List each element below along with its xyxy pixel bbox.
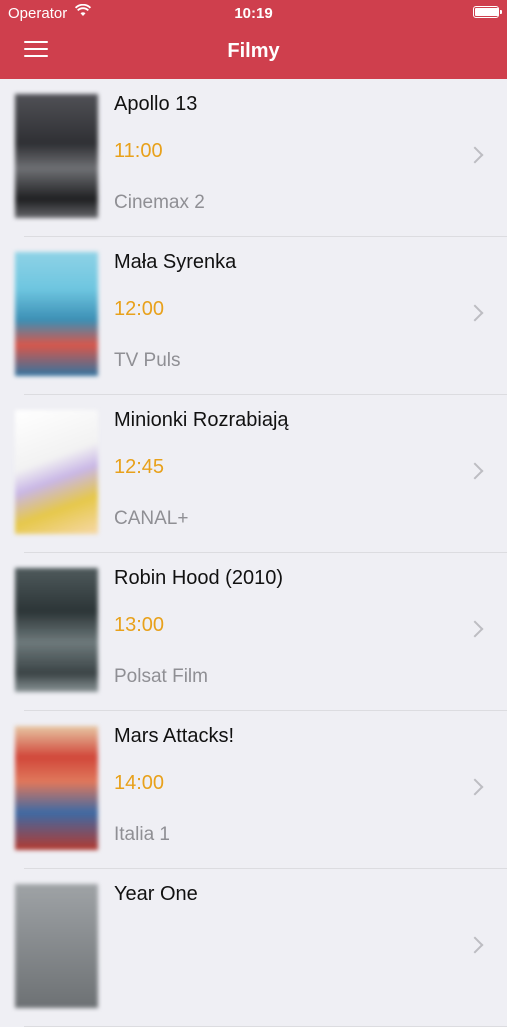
movie-title: Apollo 13 [114, 93, 198, 115]
movie-row[interactable]: Mała Syrenka 12:00 TV Puls [0, 237, 507, 395]
status-bar: Operator 10:19 [0, 0, 507, 28]
movie-time: 12:45 [114, 456, 165, 478]
movie-row[interactable]: Apollo 13 11:00 Cinemax 2 [0, 79, 507, 237]
movie-channel: TV Puls [114, 350, 181, 371]
chevron-right-icon [466, 304, 484, 322]
movie-poster [15, 726, 98, 850]
chevron-right-icon [466, 936, 484, 954]
battery-icon [473, 6, 502, 18]
movie-time: 14:00 [114, 772, 165, 794]
movie-poster [15, 568, 98, 692]
movie-title: Year One [114, 883, 198, 905]
movie-row[interactable]: Year One [0, 869, 507, 1027]
nav-bar: Operator 10:19 Filmy [0, 0, 507, 79]
chevron-right-icon [466, 146, 484, 164]
chevron-right-icon [466, 620, 484, 638]
movie-title: Mars Attacks! [114, 725, 235, 747]
movie-channel: Italia 1 [114, 824, 170, 845]
movie-channel: Cinemax 2 [114, 192, 205, 213]
movie-row[interactable]: Mars Attacks! 14:00 Italia 1 [0, 711, 507, 869]
movie-time: 13:00 [114, 614, 165, 636]
chevron-right-icon [466, 778, 484, 796]
movie-channel: Polsat Film [114, 666, 208, 687]
movie-row[interactable]: Minionki Rozrabiają 12:45 CANAL+ [0, 395, 507, 553]
movie-poster [15, 410, 98, 534]
movie-poster [15, 252, 98, 376]
movie-time: 12:00 [114, 298, 165, 320]
movie-poster [15, 884, 98, 1008]
movie-channel: CANAL+ [114, 508, 189, 529]
movie-poster [15, 94, 98, 218]
movie-title: Robin Hood (2010) [114, 567, 283, 589]
movie-title: Minionki Rozrabiają [114, 409, 289, 431]
status-time: 10:19 [234, 5, 273, 22]
chevron-right-icon [466, 462, 484, 480]
movie-row[interactable]: Robin Hood (2010) 13:00 Polsat Film [0, 553, 507, 711]
movie-list: Apollo 13 11:00 Cinemax 2 Mała Syrenka 12:00… [0, 79, 507, 1027]
page-title: Filmy [227, 40, 280, 62]
battery-level [475, 8, 499, 16]
movie-title: Mała Syrenka [114, 251, 237, 273]
movie-time: 11:00 [114, 140, 163, 162]
